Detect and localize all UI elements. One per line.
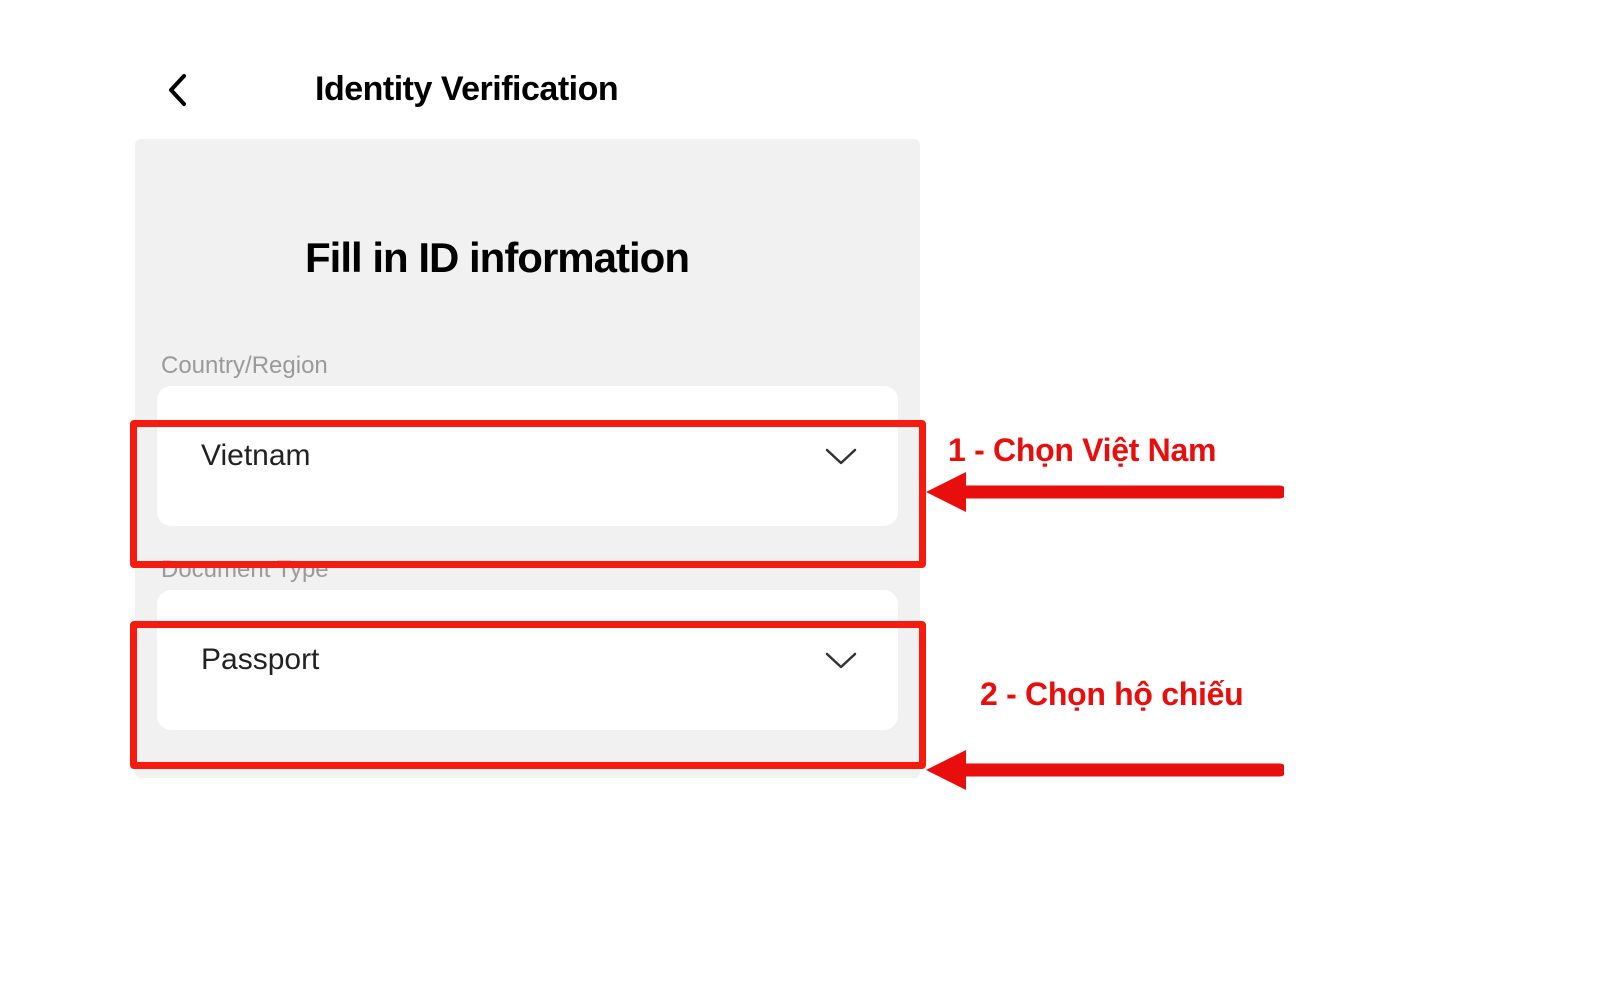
page-title: Identity Verification [315, 70, 618, 109]
document-label: Document Type [157, 556, 898, 584]
country-label: Country/Region [157, 352, 898, 380]
header: Identity Verification [135, 60, 920, 139]
chevron-down-icon [824, 650, 858, 670]
document-field-block: Document Type Passport [135, 556, 920, 738]
document-value: Passport [201, 643, 319, 677]
country-field-block: Country/Region Vietnam [135, 352, 920, 534]
annotation-step-1: 1 - Chọn Việt Nam [924, 436, 1298, 516]
chevron-down-icon [824, 446, 858, 466]
back-button[interactable] [159, 72, 195, 108]
panel-title: Fill in ID information [135, 139, 920, 352]
country-select[interactable]: Vietnam [157, 386, 898, 526]
chevron-left-icon [166, 73, 188, 107]
arrow-left-icon [924, 714, 1284, 794]
annotation-step-2: 2 - Chọn hộ chiếu [924, 680, 1298, 794]
document-select[interactable]: Passport [157, 590, 898, 730]
form-panel: Fill in ID information Country/Region Vi… [135, 139, 920, 778]
country-value: Vietnam [201, 439, 311, 473]
annotation-text-1: 1 - Chọn Việt Nam [948, 432, 1216, 469]
annotation-text-2: 2 - Chọn hộ chiếu [980, 676, 1243, 713]
verification-screen: Identity Verification Fill in ID informa… [135, 60, 920, 778]
